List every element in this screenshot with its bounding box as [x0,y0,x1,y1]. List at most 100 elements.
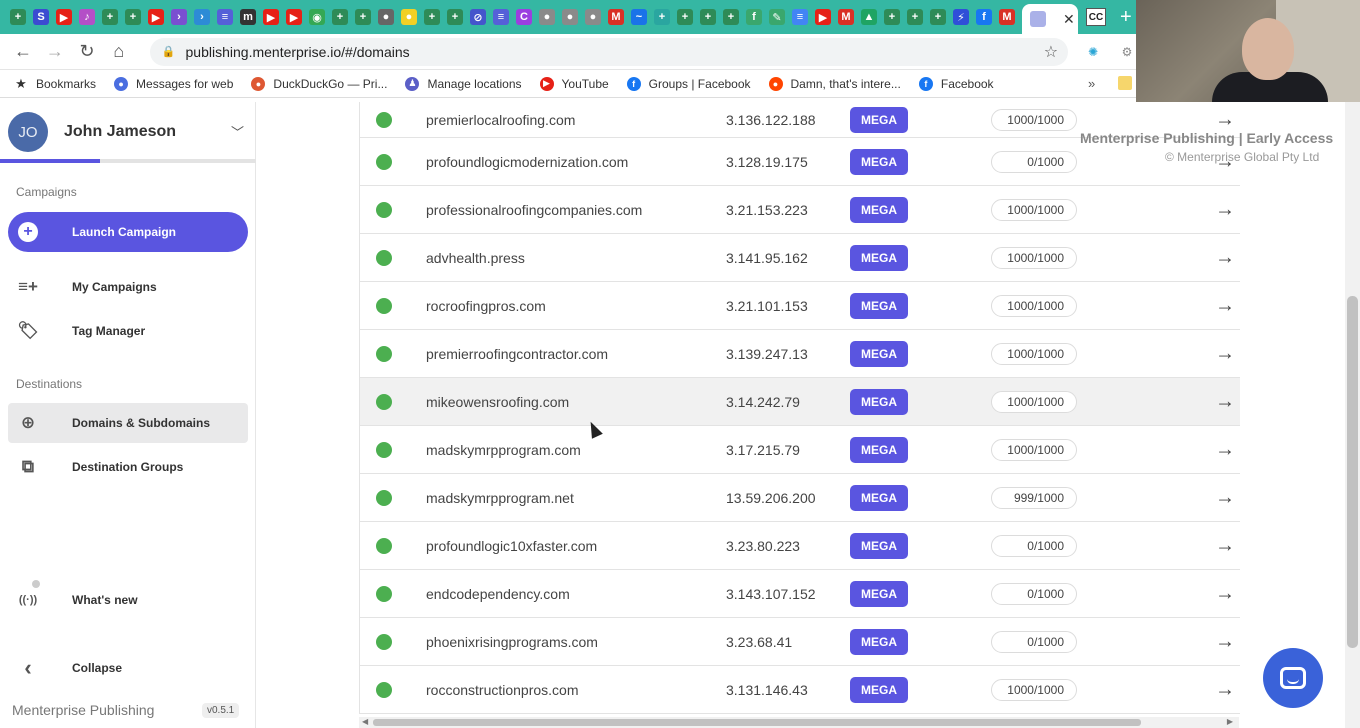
plus-icon[interactable]: + [10,9,26,25]
plus-icon[interactable]: + [677,9,693,25]
extension-icon[interactable]: ✺ [1084,43,1102,61]
s-icon[interactable]: S [33,9,49,25]
back-button[interactable]: ← [12,41,34,63]
mt-icon[interactable]: m [240,9,256,25]
arrow-right-icon[interactable]: → [1215,630,1235,653]
table-row[interactable]: premierroofingcontractor.com 3.139.247.13… [360,330,1240,378]
table-row[interactable]: advhealth.press 3.141.95.162 MEGA 1000/1000… [360,234,1240,282]
facebook-icon[interactable]: f [976,9,992,25]
bolt-icon[interactable]: ⚡ [953,9,969,25]
sidebar-item-my-campaigns[interactable]: ≡+ My Campaigns [8,267,248,307]
swoosh-icon[interactable]: ~ [631,9,647,25]
table-row[interactable]: phoenixrisingprograms.com 3.23.68.41 MEGA 0… [360,618,1240,666]
table-row[interactable]: madskymrpprogram.net 13.59.206.200 MEGA 999… [360,474,1240,522]
table-row[interactable]: rocconstructionpros.com 3.131.146.43 MEGA 1… [360,666,1240,714]
horizontal-scrollbar[interactable]: ◀ ▶ [359,717,1239,728]
pen-icon[interactable]: ✎ [769,9,785,25]
arrow-right-icon[interactable]: → [1215,678,1235,701]
reload-button[interactable]: ↻ [76,41,98,63]
youtube-icon[interactable]: ▶ [263,9,279,25]
arrow-right-icon[interactable]: → [1215,342,1235,365]
plus-icon[interactable]: + [654,9,670,25]
plus-icon[interactable]: + [102,9,118,25]
launch-campaign-button[interactable]: + Launch Campaign [8,212,248,252]
sidebar-item-tag-manager[interactable]: 🏷 Tag Manager [8,311,248,351]
other-bookmarks-folder-icon[interactable] [1118,76,1132,90]
bookmark-star-icon[interactable]: ☆ [1044,42,1058,62]
plus-icon[interactable]: + [723,9,739,25]
plus-icon[interactable]: + [424,9,440,25]
bookmarks-overflow-icon[interactable]: » [1088,76,1095,91]
extension-settings-icon[interactable]: ⚙ [1118,43,1136,61]
vertical-scrollbar[interactable] [1345,102,1360,728]
table-row[interactable]: endcodependency.com 3.143.107.152 MEGA 0/10… [360,570,1240,618]
arrow-right-icon[interactable]: → [1215,108,1235,131]
table-row[interactable]: profoundlogic10xfaster.com 3.23.80.223 MEG… [360,522,1240,570]
arrow-right-icon[interactable]: → [1215,582,1235,605]
arrow-right-icon[interactable]: → [1215,198,1235,221]
user-menu[interactable]: JO John Jameson ﹀ [8,112,248,152]
home-button[interactable]: ⌂ [108,41,130,63]
url-field[interactable]: 🔒 publishing.menterprise.io/#/domains ☆ [149,37,1069,66]
active-tab[interactable]: ✕ [1022,4,1078,34]
arrow-right-icon[interactable]: → [1215,390,1235,413]
fn-icon[interactable]: f [746,9,762,25]
scroll-thumb[interactable] [373,719,1141,726]
arrow-right-icon[interactable]: → [1215,438,1235,461]
plus-icon[interactable]: + [907,9,923,25]
plus-icon[interactable]: + [700,9,716,25]
tab-cc-icon[interactable]: CC [1086,8,1106,26]
arrow-right-icon[interactable]: → [1215,294,1235,317]
list-icon[interactable]: ≡ [217,9,233,25]
bookmark-item[interactable]: f Facebook [918,76,994,91]
scroll-left-icon[interactable]: ◀ [362,717,368,726]
c-icon[interactable]: C [516,9,532,25]
music-icon[interactable]: ♪ [79,9,95,25]
plus-icon[interactable]: + [355,9,371,25]
plus-icon[interactable]: + [447,9,463,25]
gmail-icon[interactable]: M [999,9,1015,25]
chevron-down-icon[interactable]: ﹀ [231,122,244,141]
maps-icon[interactable]: ◉ [309,9,325,25]
scroll-right-icon[interactable]: ▶ [1227,717,1233,726]
sidebar-item-whats-new[interactable]: ((·)) What's new [8,580,248,620]
table-row[interactable]: mikeowensroofing.com 3.14.242.79 MEGA 1000/… [360,378,1240,426]
bookmark-item[interactable]: ★ Bookmarks [14,76,96,91]
bookmark-item[interactable]: ● DuckDuckGo — Pri... [251,76,387,91]
bookmark-item[interactable]: f Groups | Facebook [626,76,751,91]
sidebar-collapse[interactable]: ‹ Collapse [8,648,248,688]
drive-icon[interactable]: ▲ [861,9,877,25]
new-tab-button[interactable]: + [1120,6,1132,29]
scroll-thumb[interactable] [1347,296,1358,648]
bookmark-item[interactable]: ● Damn, that's intere... [768,76,901,91]
youtube-icon[interactable]: ▶ [815,9,831,25]
bookmark-item[interactable]: ▶ YouTube [539,76,609,91]
sidebar-item-destination-groups[interactable]: ⧉ Destination Groups [8,447,248,487]
arrow-icon[interactable]: › [171,9,187,25]
plus-icon[interactable]: + [332,9,348,25]
table-row[interactable]: madskymrpprogram.com 3.17.215.79 MEGA 1000/… [360,426,1240,474]
youtube-icon[interactable]: ▶ [56,9,72,25]
arrow-right-icon[interactable]: → [1215,486,1235,509]
arrow-right-icon[interactable]: → [1215,246,1235,269]
gmail-icon[interactable]: M [838,9,854,25]
bookmark-item[interactable]: ● Messages for web [114,76,233,91]
youtube-icon[interactable]: ▶ [148,9,164,25]
chat-launcher-button[interactable] [1263,648,1323,708]
bookmark-item[interactable]: ♟ Manage locations [405,76,522,91]
sun-icon[interactable]: ● [401,9,417,25]
plus-icon[interactable]: + [884,9,900,25]
forward-button[interactable]: → [44,41,66,63]
slash-icon[interactable]: ⊘ [470,9,486,25]
gmail-icon[interactable]: M [608,9,624,25]
plus-icon[interactable]: + [125,9,141,25]
grey-icon[interactable]: ● [585,9,601,25]
youtube-icon[interactable]: ▶ [286,9,302,25]
arrow-icon[interactable]: › [194,9,210,25]
grey-icon[interactable]: ● [562,9,578,25]
list-icon[interactable]: ≡ [493,9,509,25]
docs-icon[interactable]: ≡ [792,9,808,25]
table-row[interactable]: professionalroofingcompanies.com 3.21.153… [360,186,1240,234]
table-row[interactable]: rocroofingpros.com 3.21.101.153 MEGA 1000/1… [360,282,1240,330]
sidebar-item-domains[interactable]: ⊕ Domains & Subdomains [8,403,248,443]
